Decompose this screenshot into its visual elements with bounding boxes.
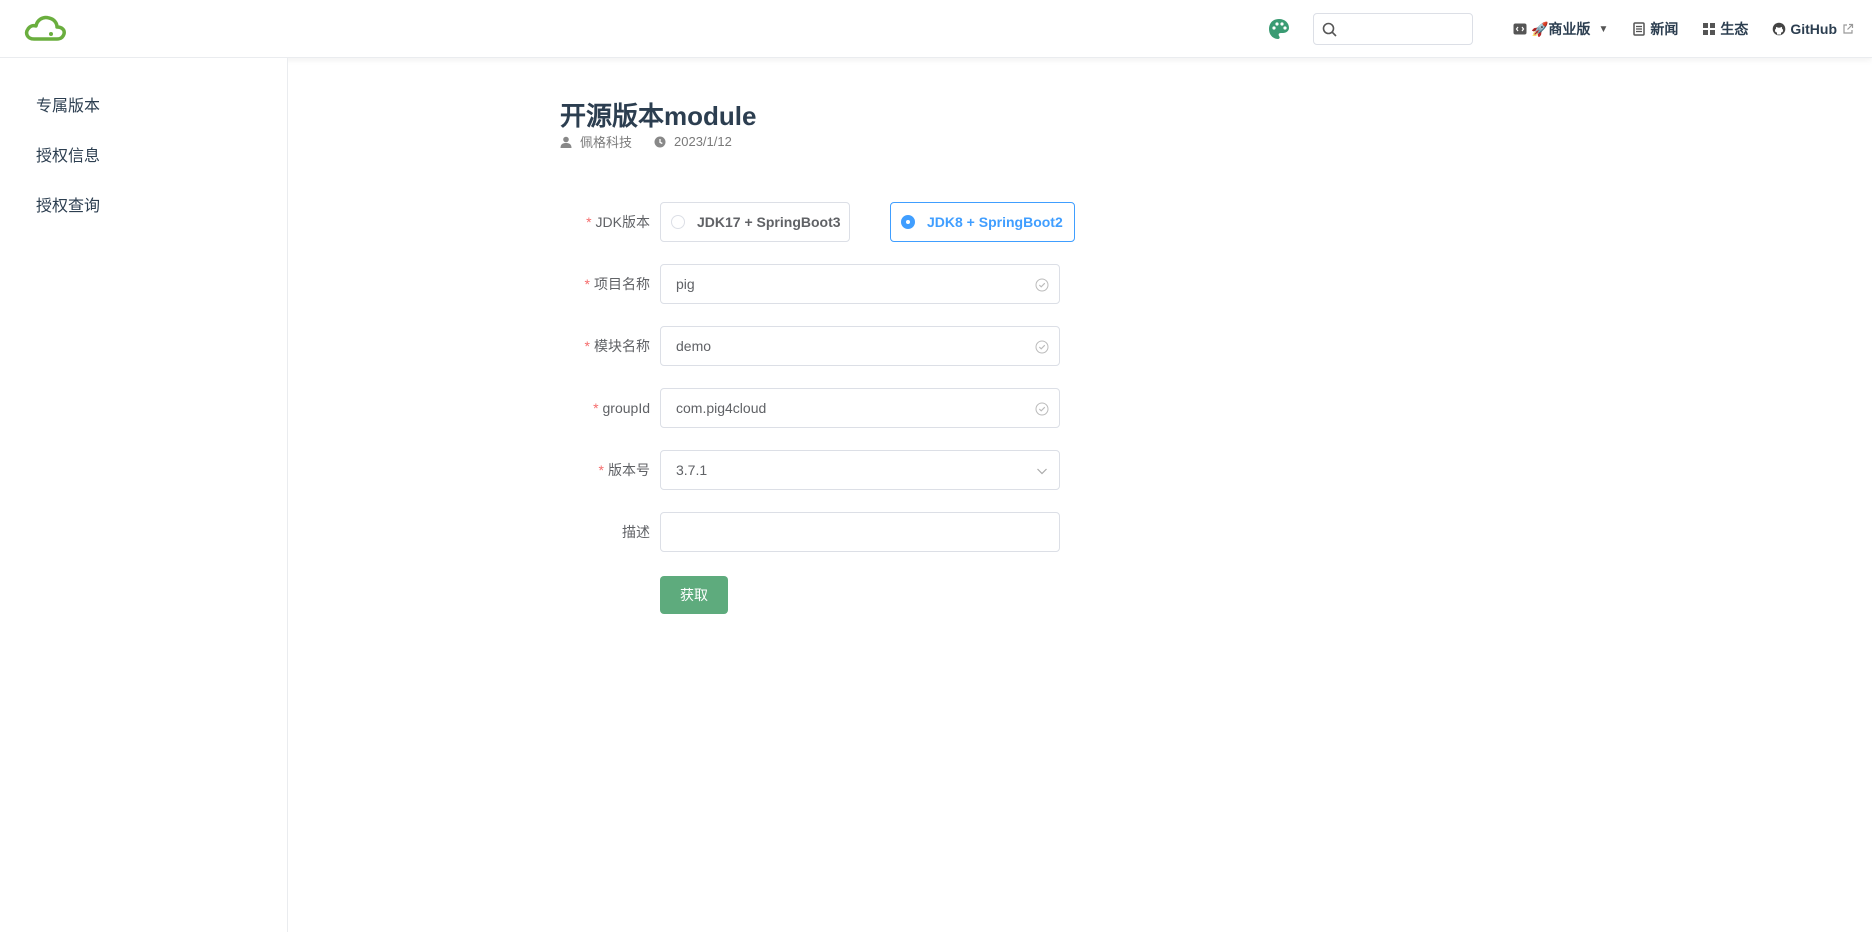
nav-ecosystem[interactable]: 生态 xyxy=(1702,19,1748,39)
jdk-label: * JDK版本 xyxy=(586,214,650,230)
group-id-field[interactable]: com.pig4cloud xyxy=(660,388,1060,428)
external-link-icon xyxy=(1842,23,1854,35)
code-icon xyxy=(1513,22,1527,36)
nav-news-label: 新闻 xyxy=(1650,21,1679,37)
nav-github-label: GitHub xyxy=(1790,21,1837,37)
version-value: 3.7.1 xyxy=(676,462,708,478)
check-circle-icon xyxy=(1035,402,1049,416)
nav-news[interactable]: 新闻 xyxy=(1632,19,1678,39)
project-name-label: * 项目名称 xyxy=(584,276,650,292)
check-circle-icon xyxy=(1035,340,1049,354)
nav-ecosystem-label: 生态 xyxy=(1720,21,1749,37)
project-name-field[interactable]: pig xyxy=(660,264,1060,304)
jdk8-label: JDK8 + SpringBoot2 xyxy=(927,214,1063,230)
module-name-label: * 模块名称 xyxy=(584,338,650,354)
page-meta: 佩格科技 2023/1/12 xyxy=(560,132,732,151)
grid-icon xyxy=(1702,22,1716,36)
jdk8-radio[interactable]: JDK8 + SpringBoot2 xyxy=(890,202,1075,242)
search-icon xyxy=(1322,22,1337,37)
sidebar-item-license-info[interactable]: 授权信息 xyxy=(36,142,100,166)
group-id-value: com.pig4cloud xyxy=(676,400,767,416)
jdk17-radio[interactable]: JDK17 + SpringBoot3 xyxy=(660,202,850,242)
module-name-value: demo xyxy=(676,338,712,354)
project-name-value: pig xyxy=(676,276,695,292)
search-input[interactable] xyxy=(1342,16,1468,42)
sidebar: 专属版本 授权信息 授权查询 xyxy=(0,58,288,932)
check-circle-icon xyxy=(1035,278,1049,292)
nav-commercial-label: 🚀商业版 xyxy=(1531,21,1591,37)
clock-icon xyxy=(654,136,666,148)
jdk17-label: JDK17 + SpringBoot3 xyxy=(697,214,841,230)
sidebar-item-license-query[interactable]: 授权查询 xyxy=(36,192,100,216)
user-icon xyxy=(560,136,572,148)
sidebar-item-dedicated-version[interactable]: 专属版本 xyxy=(36,92,100,116)
chevron-down-icon[interactable]: ▼ xyxy=(1598,24,1608,35)
github-icon xyxy=(1772,22,1786,36)
palette-icon[interactable] xyxy=(1267,17,1291,41)
chevron-down-icon[interactable] xyxy=(1035,464,1049,478)
cloud-logo-icon[interactable] xyxy=(24,13,66,43)
search-box[interactable] xyxy=(1313,13,1473,45)
publish-date: 2023/1/12 xyxy=(674,134,732,149)
top-navbar: 🚀商业版 ▼ 新闻 生态 GitHub xyxy=(0,0,1872,58)
group-id-label: * groupId xyxy=(593,400,650,416)
version-label: * 版本号 xyxy=(598,462,650,478)
description-field[interactable] xyxy=(660,512,1060,552)
page-title: 开源版本module xyxy=(560,101,757,131)
version-select[interactable]: 3.7.1 xyxy=(660,450,1060,490)
module-name-field[interactable]: demo xyxy=(660,326,1060,366)
news-icon xyxy=(1632,22,1646,36)
radio-unchecked-icon xyxy=(671,215,685,229)
radio-checked-icon xyxy=(901,215,915,229)
fetch-button[interactable]: 获取 xyxy=(660,576,728,614)
author-name: 佩格科技 xyxy=(580,135,633,150)
description-label: 描述 xyxy=(622,524,650,540)
nav-commercial[interactable]: 🚀商业版 ▼ xyxy=(1513,19,1608,39)
nav-github[interactable]: GitHub xyxy=(1772,21,1854,37)
